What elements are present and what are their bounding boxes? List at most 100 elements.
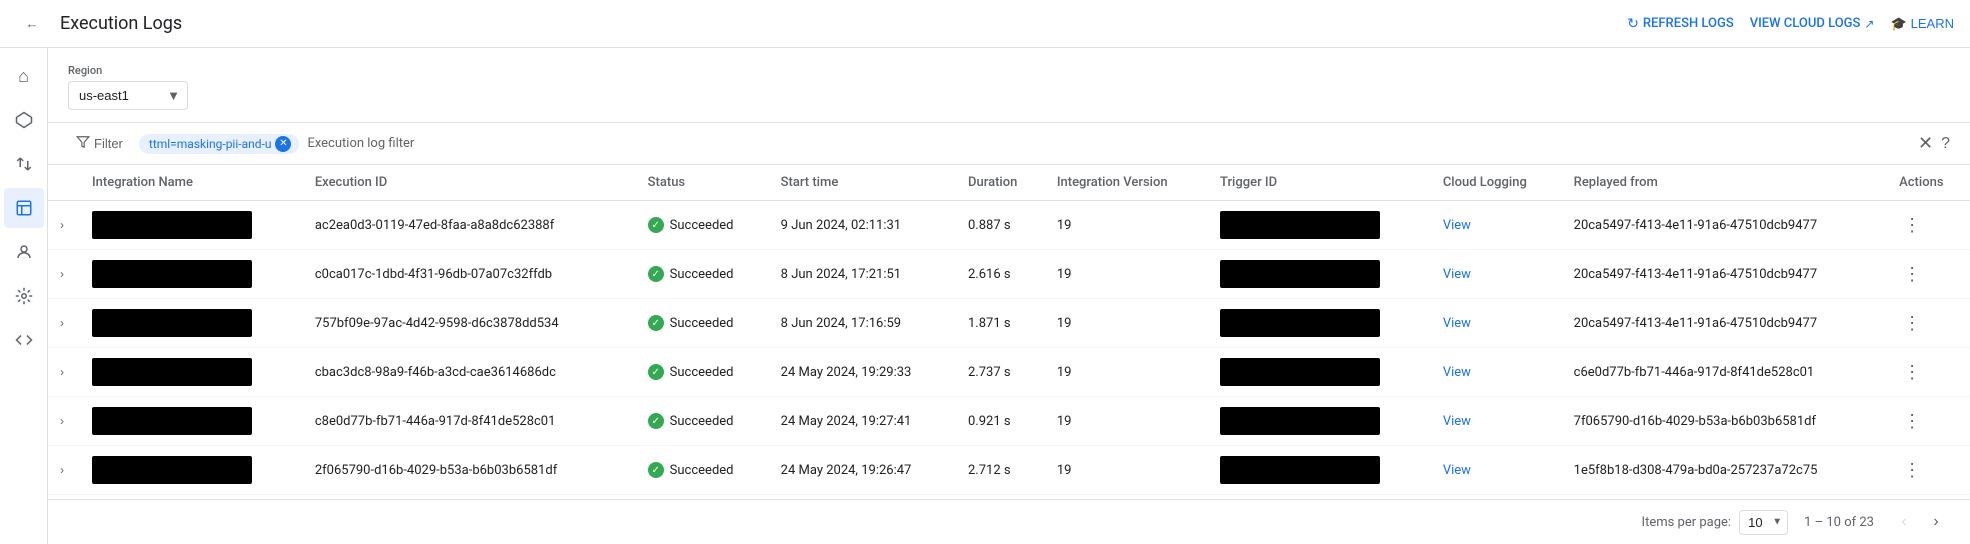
- status-cell: ✓Succeeded: [636, 299, 769, 348]
- integration-name-cell: [80, 348, 303, 397]
- filter-button[interactable]: Filter: [68, 131, 131, 156]
- replayed-from-cell: c6e0d77b-fb71-446a-917d-8f41de528c01: [1562, 348, 1888, 397]
- col-actions: Actions: [1887, 165, 1970, 201]
- table-row: › cbac3dc8-98a9-f46b-a3cd-cae3614686dc✓Su…: [48, 348, 1970, 397]
- trigger-id-cell: [1208, 299, 1431, 348]
- pagination-bar: Items per page: 10 25 50 ▼ 1 – 10 of 23 …: [48, 499, 1970, 544]
- items-per-page-select[interactable]: 10 25 50: [1739, 510, 1788, 535]
- status-text: Succeeded: [670, 267, 734, 282]
- help-button[interactable]: ?: [1941, 135, 1950, 153]
- duration-cell: 2.712 s: [956, 446, 1045, 495]
- cloud-logging-view-link[interactable]: View: [1443, 267, 1471, 282]
- back-button[interactable]: ←: [16, 8, 48, 40]
- row-expand-button[interactable]: ›: [60, 414, 64, 428]
- sidebar-icon-integrations[interactable]: [4, 100, 44, 140]
- execution-id-cell: cbac3dc8-98a9-f46b-a3cd-cae3614686dc: [303, 348, 636, 397]
- duration-cell: 1.871 s: [956, 299, 1045, 348]
- filter-chip[interactable]: ttml=masking-pii-and-u ✕: [139, 134, 300, 154]
- col-replayed-from: Replayed from: [1562, 165, 1888, 201]
- sidebar-icon-code[interactable]: [4, 320, 44, 360]
- col-start-time: Start time: [769, 165, 956, 201]
- integration-name-redacted: [92, 456, 252, 484]
- cloud-logging-view-link[interactable]: View: [1443, 218, 1471, 233]
- status-text: Succeeded: [670, 463, 734, 478]
- items-per-page-select-wrapper: 10 25 50 ▼: [1739, 510, 1788, 535]
- filter-bar: Filter ttml=masking-pii-and-u ✕ Executio…: [48, 122, 1970, 165]
- cloud-logging-view-link[interactable]: View: [1443, 463, 1471, 478]
- sidebar-icon-settings[interactable]: [4, 276, 44, 316]
- trigger-id-redacted: [1220, 358, 1380, 386]
- integration-name-cell: [80, 201, 303, 250]
- sidebar-icon-logs[interactable]: [4, 188, 44, 228]
- replayed-from-cell: 20ca5497-f413-4e11-91a6-47510dcb9477: [1562, 201, 1888, 250]
- status-success-icon: ✓: [648, 462, 664, 478]
- cloud-logging-view-link[interactable]: View: [1443, 414, 1471, 429]
- trigger-id-cell: [1208, 250, 1431, 299]
- cloud-logging-cell: View: [1431, 348, 1562, 397]
- table-row: ›c8e0d77b-fb71-446a-917d-8f41de528c01✓Su…: [48, 397, 1970, 446]
- region-select[interactable]: us-east1 us-central1 us-west1 europe-wes…: [68, 81, 188, 110]
- layout: ⌂ Region us-east1 us-central1: [0, 48, 1970, 544]
- learn-icon: 🎓: [1890, 16, 1906, 32]
- status-success-icon: ✓: [648, 315, 664, 331]
- refresh-logs-link[interactable]: ↻ REFRESH LOGS: [1627, 16, 1734, 32]
- sidebar-icon-person[interactable]: [4, 232, 44, 272]
- trigger-id-cell: [1208, 201, 1431, 250]
- duration-cell: 0.921 s: [956, 397, 1045, 446]
- col-execution-id: Execution ID: [303, 165, 636, 201]
- integration-name-redacted: [92, 211, 252, 239]
- prev-page-button[interactable]: ‹: [1890, 508, 1918, 536]
- row-actions-button[interactable]: ⋮: [1899, 215, 1925, 236]
- chip-close-icon[interactable]: ✕: [275, 136, 291, 152]
- view-cloud-logs-link[interactable]: VIEW CLOUD LOGS ↗: [1750, 16, 1875, 31]
- table-row: ›2f065790-d16b-4029-b53a-b6b03b6581df✓Su…: [48, 446, 1970, 495]
- duration-cell: 2.737 s: [956, 348, 1045, 397]
- col-status: Status: [636, 165, 769, 201]
- version-cell: 19: [1045, 348, 1208, 397]
- sidebar-icon-arrows[interactable]: [4, 144, 44, 184]
- cloud-logging-view-link[interactable]: View: [1443, 316, 1471, 331]
- row-actions-button[interactable]: ⋮: [1899, 362, 1925, 383]
- trigger-id-redacted: [1220, 309, 1380, 337]
- status-success-icon: ✓: [648, 266, 664, 282]
- trigger-id-redacted: [1220, 260, 1380, 288]
- row-actions-button[interactable]: ⋮: [1899, 313, 1925, 334]
- actions-cell: ⋮: [1887, 348, 1970, 397]
- row-expand-button[interactable]: ›: [60, 316, 64, 330]
- col-duration: Duration: [956, 165, 1045, 201]
- items-per-page-label: Items per page:: [1642, 515, 1732, 530]
- cloud-logging-view-link[interactable]: View: [1443, 365, 1471, 380]
- sidebar-icon-home[interactable]: ⌂: [4, 56, 44, 96]
- table-row: ›c0ca017c-1dbd-4f31-96db-07a07c32ffdb✓Su…: [48, 250, 1970, 299]
- start-time-cell: 9 Jun 2024, 02:11:31: [769, 201, 956, 250]
- table-row: › 757bf09e-97ac-4d42-9598-d6c3878dd534✓Su…: [48, 299, 1970, 348]
- execution-id-cell: 757bf09e-97ac-4d42-9598-d6c3878dd534: [303, 299, 636, 348]
- cloud-logging-cell: View: [1431, 250, 1562, 299]
- row-actions-button[interactable]: ⋮: [1899, 411, 1925, 432]
- status-text: Succeeded: [670, 218, 734, 233]
- row-expand-button[interactable]: ›: [60, 218, 64, 232]
- row-expand-button[interactable]: ›: [60, 267, 64, 281]
- version-cell: 19: [1045, 201, 1208, 250]
- status-cell: ✓ Succeeded: [636, 250, 769, 299]
- integration-name-cell: [80, 250, 303, 299]
- status-cell: ✓Succeeded: [636, 348, 769, 397]
- trigger-id-redacted: [1220, 456, 1380, 484]
- pagination-range: 1 – 10 of 23: [1804, 515, 1874, 530]
- filter-icon: [76, 135, 90, 152]
- integration-name-cell: [80, 397, 303, 446]
- integration-name-redacted: [92, 358, 252, 386]
- trigger-id-cell: [1208, 348, 1431, 397]
- row-actions-button[interactable]: ⋮: [1899, 264, 1925, 285]
- row-expand-button[interactable]: ›: [60, 463, 64, 477]
- region-section: Region us-east1 us-central1 us-west1 eur…: [48, 48, 1970, 122]
- next-page-button[interactable]: ›: [1922, 508, 1950, 536]
- close-filter-button[interactable]: ✕: [1918, 133, 1933, 154]
- row-expand-button[interactable]: ›: [60, 365, 64, 379]
- status-success-icon: ✓: [648, 413, 664, 429]
- replayed-from-cell: 7f065790-d16b-4029-b53a-b6b03b6581df: [1562, 397, 1888, 446]
- row-actions-button[interactable]: ⋮: [1899, 460, 1925, 481]
- learn-button[interactable]: 🎓 LEARN: [1890, 16, 1954, 32]
- page-title: Execution Logs: [60, 13, 1615, 34]
- replayed-from-cell: 1e5f8b18-d308-479a-bd0a-257237a72c75: [1562, 446, 1888, 495]
